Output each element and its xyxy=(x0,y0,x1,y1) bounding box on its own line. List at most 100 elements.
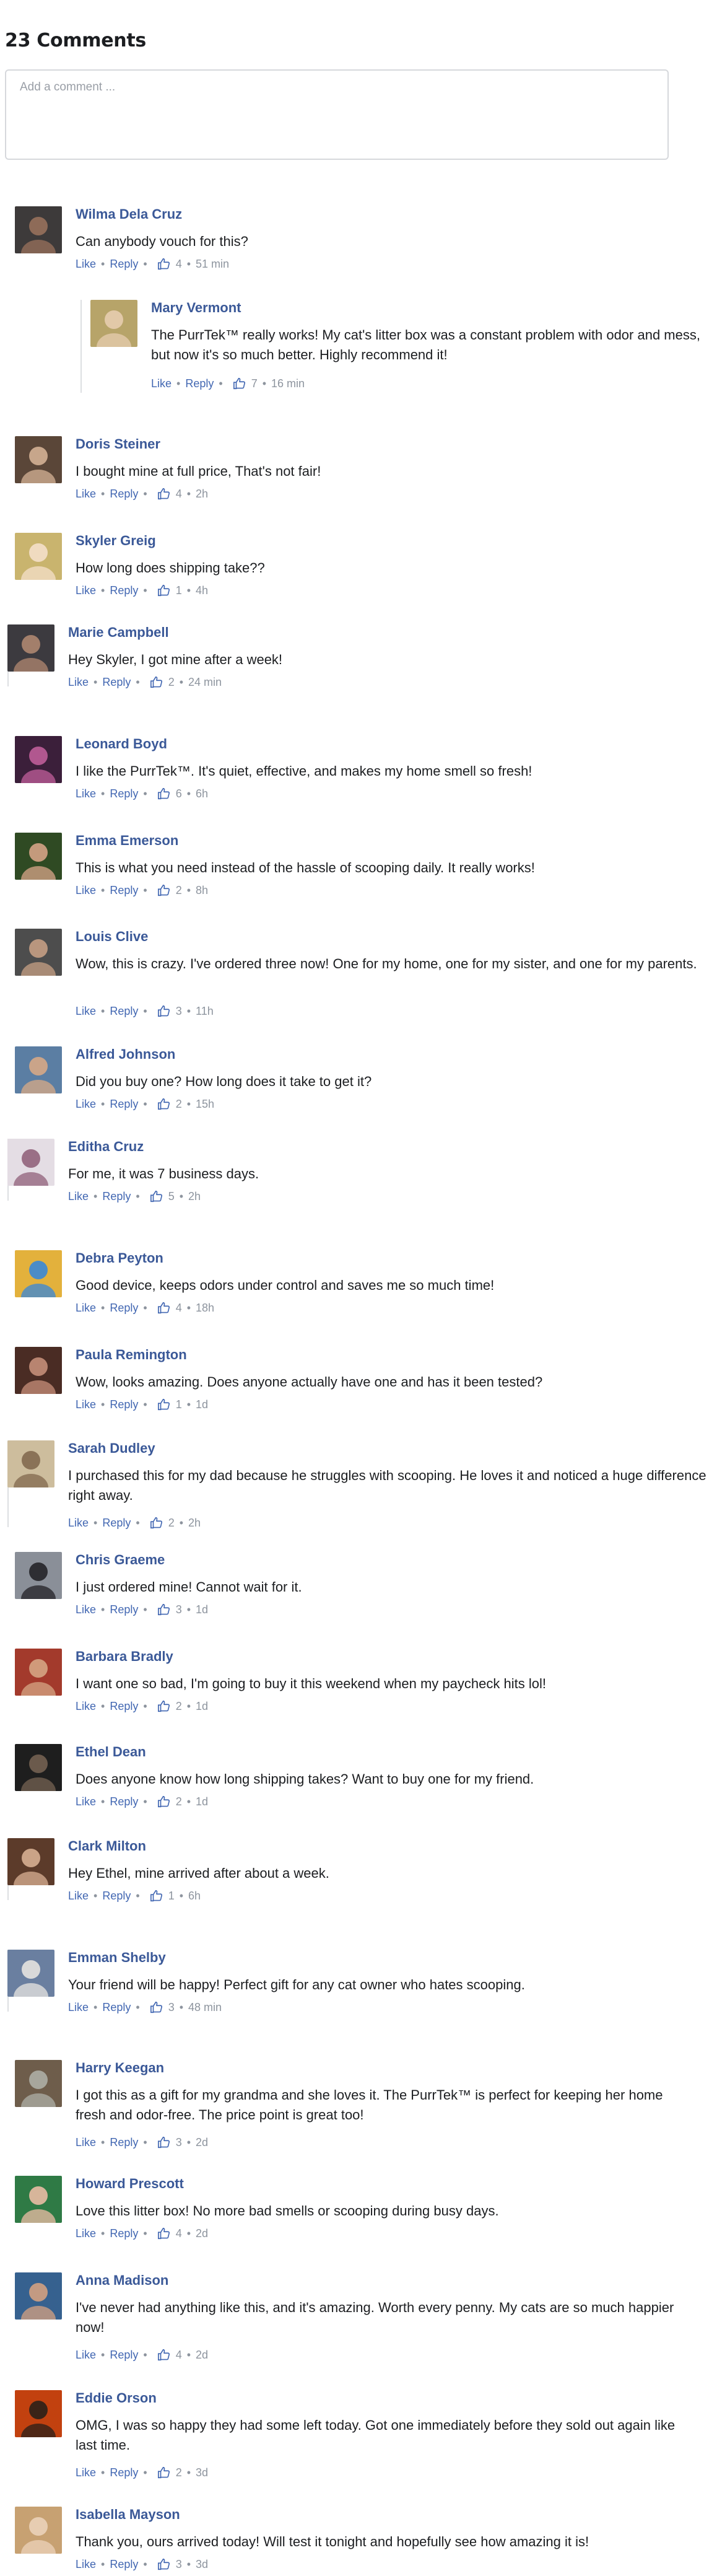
reply-link[interactable]: Reply xyxy=(185,377,214,390)
comment-author[interactable]: Isabella Mayson xyxy=(76,2507,180,2523)
like-link[interactable]: Like xyxy=(76,1795,96,1808)
like-link[interactable]: Like xyxy=(151,377,172,390)
comment-author[interactable]: Harry Keegan xyxy=(76,2060,164,2076)
comment-author[interactable]: Chris Graeme xyxy=(76,1552,165,1568)
reply-link[interactable]: Reply xyxy=(110,1700,138,1713)
comment-author[interactable]: Howard Prescott xyxy=(76,2176,184,2192)
comment-author[interactable]: Alfred Johnson xyxy=(76,1046,175,1062)
comment-author[interactable]: Anna Madison xyxy=(76,2272,168,2289)
like-link[interactable]: Like xyxy=(76,2558,96,2571)
avatar[interactable] xyxy=(7,1838,54,1885)
comment-author[interactable]: Editha Cruz xyxy=(68,1139,144,1155)
avatar[interactable] xyxy=(7,1440,54,1487)
comment-author[interactable]: Sarah Dudley xyxy=(68,1440,155,1457)
avatar[interactable] xyxy=(7,1139,54,1186)
reply-link[interactable]: Reply xyxy=(110,584,138,597)
comment-author[interactable]: Debra Peyton xyxy=(76,1250,163,1266)
avatar[interactable] xyxy=(15,1347,62,1394)
reply-link[interactable]: Reply xyxy=(102,676,131,689)
avatar[interactable] xyxy=(15,1046,62,1093)
comment-author[interactable]: Doris Steiner xyxy=(76,436,160,452)
separator-dot: • xyxy=(101,2466,105,2479)
like-link[interactable]: Like xyxy=(76,2136,96,2149)
reply-link[interactable]: Reply xyxy=(110,1098,138,1111)
comment-author[interactable]: Skyler Greig xyxy=(76,533,156,549)
like-link[interactable]: Like xyxy=(68,676,89,689)
avatar[interactable] xyxy=(15,436,62,483)
reply-link[interactable]: Reply xyxy=(110,1302,138,1315)
reply-link[interactable]: Reply xyxy=(110,884,138,897)
like-link[interactable]: Like xyxy=(68,1890,89,1903)
avatar[interactable] xyxy=(15,2176,62,2223)
reply-link[interactable]: Reply xyxy=(102,2001,131,2014)
avatar[interactable] xyxy=(15,736,62,783)
like-link[interactable]: Like xyxy=(68,1517,89,1530)
like-link[interactable]: Like xyxy=(76,1603,96,1616)
like-link[interactable]: Like xyxy=(76,787,96,800)
like-link[interactable]: Like xyxy=(76,2227,96,2240)
like-link[interactable]: Like xyxy=(76,884,96,897)
like-link[interactable]: Like xyxy=(76,2349,96,2362)
comment-author[interactable]: Ethel Dean xyxy=(76,1744,146,1760)
like-link[interactable]: Like xyxy=(76,1302,96,1315)
reply-link[interactable]: Reply xyxy=(110,1005,138,1018)
reply-link[interactable]: Reply xyxy=(110,2227,138,2240)
separator-dot: • xyxy=(143,787,147,800)
comment-actions: Like • Reply • 4 • 2h xyxy=(76,487,208,501)
comment-author[interactable]: Eddie Orson xyxy=(76,2390,157,2406)
like-link[interactable]: Like xyxy=(68,1190,89,1203)
like-link[interactable]: Like xyxy=(76,258,96,271)
comment-author[interactable]: Leonard Boyd xyxy=(76,736,167,752)
avatar[interactable] xyxy=(15,1552,62,1599)
comment-author[interactable]: Clark Milton xyxy=(68,1838,146,1854)
avatar[interactable] xyxy=(7,624,54,672)
reply-link[interactable]: Reply xyxy=(110,2136,138,2149)
add-comment-input[interactable]: Add a comment ... xyxy=(5,69,669,160)
reply-link[interactable]: Reply xyxy=(110,488,138,501)
reply-link[interactable]: Reply xyxy=(110,1603,138,1616)
reply-link[interactable]: Reply xyxy=(110,1398,138,1411)
reply-link[interactable]: Reply xyxy=(102,1890,131,1903)
avatar[interactable] xyxy=(15,2060,62,2107)
avatar[interactable] xyxy=(15,533,62,580)
like-count: 1 xyxy=(175,584,182,597)
comment-author[interactable]: Marie Campbell xyxy=(68,624,169,641)
avatar[interactable] xyxy=(15,2390,62,2437)
reply-link[interactable]: Reply xyxy=(110,258,138,271)
comment-author[interactable]: Emma Emerson xyxy=(76,833,178,849)
reply-link[interactable]: Reply xyxy=(110,2349,138,2362)
comment-author[interactable]: Paula Remington xyxy=(76,1347,187,1363)
avatar[interactable] xyxy=(7,1950,54,1997)
avatar[interactable] xyxy=(15,2507,62,2554)
reply-link[interactable]: Reply xyxy=(110,787,138,800)
like-link[interactable]: Like xyxy=(76,1005,96,1018)
avatar[interactable] xyxy=(15,929,62,976)
avatar[interactable] xyxy=(15,2272,62,2320)
avatar[interactable] xyxy=(15,1649,62,1696)
comment-timestamp: 1d xyxy=(196,1795,209,1808)
like-link[interactable]: Like xyxy=(76,1700,96,1713)
like-link[interactable]: Like xyxy=(76,2466,96,2479)
like-link[interactable]: Like xyxy=(76,584,96,597)
like-link[interactable]: Like xyxy=(68,2001,89,2014)
comment-author[interactable]: Barbara Bradly xyxy=(76,1649,173,1665)
reply-link[interactable]: Reply xyxy=(102,1190,131,1203)
avatar[interactable] xyxy=(15,206,62,253)
reply-link[interactable]: Reply xyxy=(110,1795,138,1808)
reply-link[interactable]: Reply xyxy=(110,2466,138,2479)
comment-author[interactable]: Wilma Dela Cruz xyxy=(76,206,182,222)
like-link[interactable]: Like xyxy=(76,488,96,501)
avatar[interactable] xyxy=(15,1250,62,1297)
comment-author[interactable]: Emman Shelby xyxy=(68,1950,166,1966)
comment-author[interactable]: Mary Vermont xyxy=(151,300,241,316)
like-link[interactable]: Like xyxy=(76,1398,96,1411)
reply-link[interactable]: Reply xyxy=(102,1517,131,1530)
like-link[interactable]: Like xyxy=(76,1098,96,1111)
avatar[interactable] xyxy=(15,833,62,880)
avatar[interactable] xyxy=(90,300,137,347)
like-count: 3 xyxy=(175,1004,182,1017)
comments-section: 23 Comments Add a comment ... Wilma Dela… xyxy=(0,0,717,2570)
avatar[interactable] xyxy=(15,1744,62,1791)
reply-link[interactable]: Reply xyxy=(110,2558,138,2571)
comment-author[interactable]: Louis Clive xyxy=(76,929,148,945)
